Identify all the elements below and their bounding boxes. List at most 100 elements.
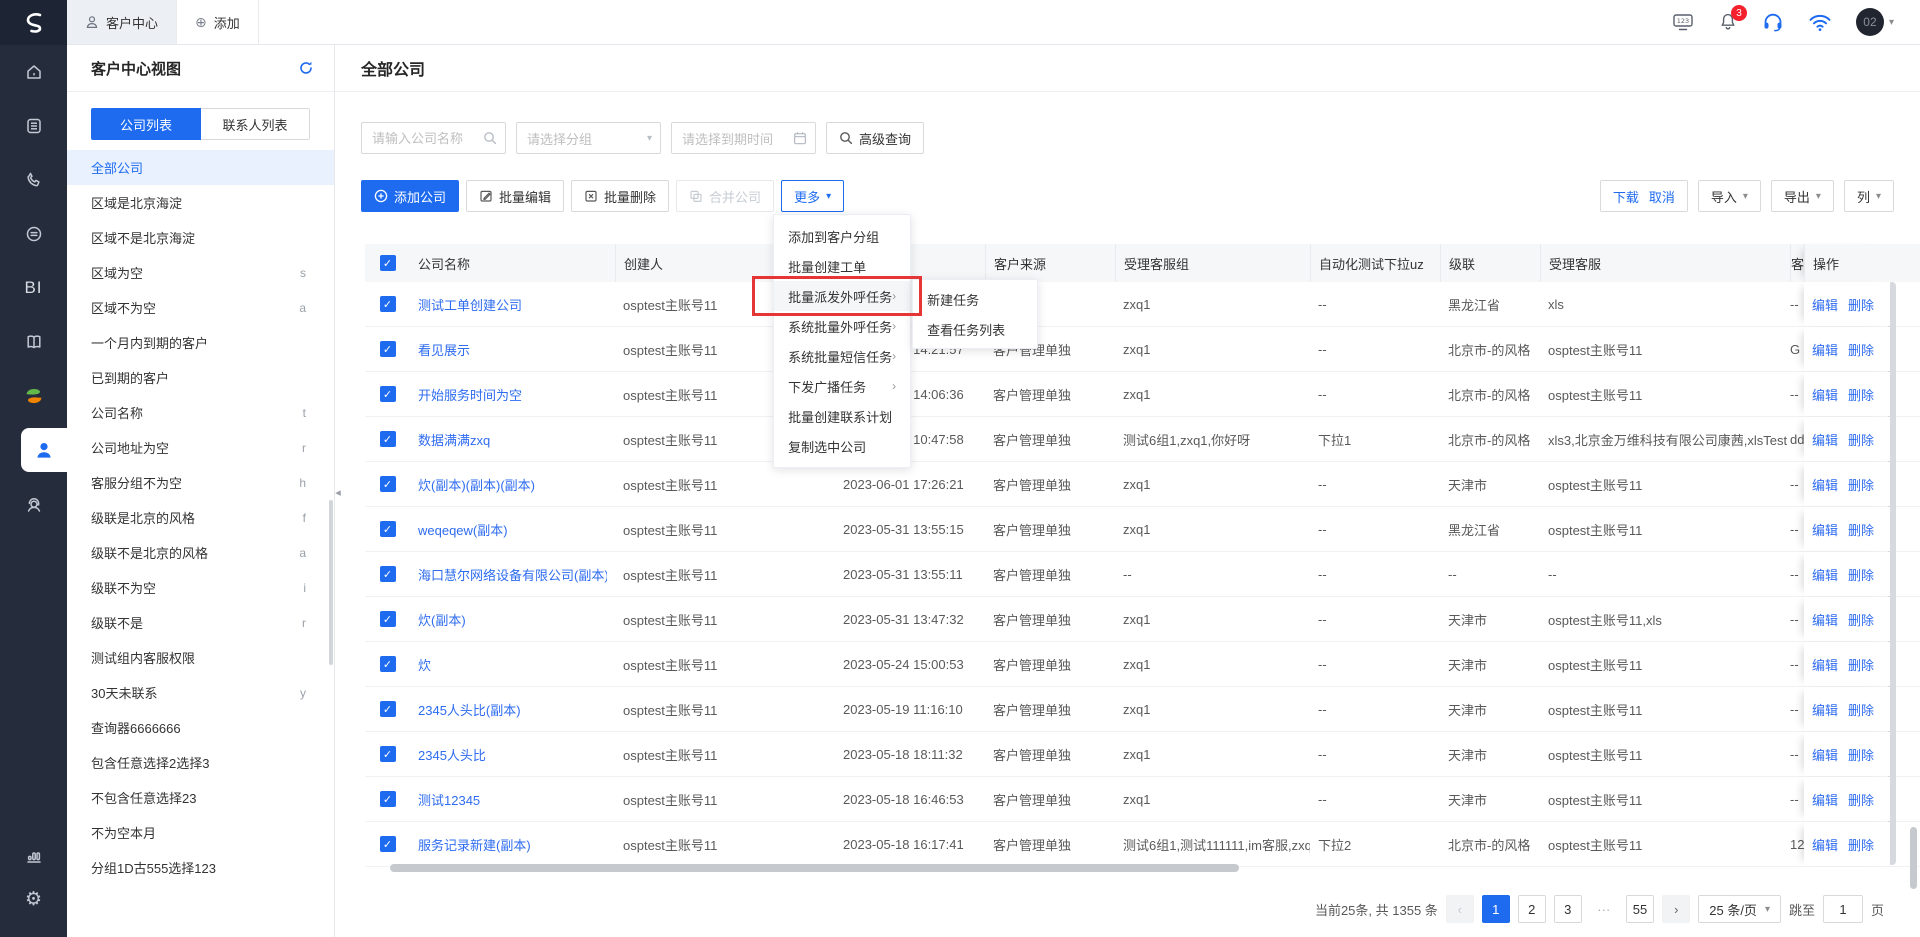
delete-link[interactable]: 删除 [1848,835,1874,854]
next-page-button[interactable]: › [1662,895,1690,923]
tab-customer-center[interactable]: 客户中心 [67,0,177,44]
batch-delete-button[interactable]: 批量删除 [571,180,669,212]
edit-link[interactable]: 编辑 [1812,520,1838,539]
sidebar-view-item[interactable]: 客服分组不为空 h [67,465,334,500]
row-checkbox[interactable]: ✓ [380,341,396,357]
edit-link[interactable]: 编辑 [1812,700,1838,719]
notification-bell-icon[interactable]: 3 [1718,12,1738,32]
page-number-button[interactable]: 3 [1554,895,1582,923]
delete-link[interactable]: 删除 [1848,520,1874,539]
book-icon[interactable] [0,315,67,369]
submenu-item[interactable]: 新建任务 [913,284,1037,314]
delete-link[interactable]: 删除 [1848,700,1874,719]
row-checkbox[interactable]: ✓ [380,656,396,672]
row-checkbox[interactable]: ✓ [380,521,396,537]
tab-add[interactable]: ⊕ 添加 [177,0,259,44]
settings-gear-icon[interactable]: ⚙ [25,888,42,911]
jump-page-input[interactable] [1823,895,1863,923]
sidebar-view-item[interactable]: 级联是北京的风格 f [67,500,334,535]
analytics-icon[interactable] [24,846,44,866]
prev-page-button[interactable]: ‹ [1446,895,1474,923]
delete-link[interactable]: 删除 [1848,565,1874,584]
download-link[interactable]: 下载 [1613,187,1639,206]
company-name-link[interactable]: 炊 [418,655,431,674]
more-menu-item[interactable]: 批量创建联系计划 [774,401,910,431]
row-checkbox[interactable]: ✓ [380,296,396,312]
delete-link[interactable]: 删除 [1848,790,1874,809]
import-button[interactable]: 导入 ▾ [1698,180,1761,212]
export-button[interactable]: 导出 ▾ [1771,180,1834,212]
sidebar-view-item[interactable]: 区域为空 s [67,255,334,290]
row-checkbox[interactable]: ✓ [380,611,396,627]
columns-button[interactable]: 列 ▾ [1844,180,1894,212]
delete-link[interactable]: 删除 [1848,430,1874,449]
sidebar-collapse-icon[interactable]: ◂ [333,477,343,507]
user-avatar[interactable]: 02 ▾ [1856,8,1894,36]
edit-link[interactable]: 编辑 [1812,565,1838,584]
document-icon[interactable] [0,99,67,153]
edit-link[interactable]: 编辑 [1812,790,1838,809]
delete-link[interactable]: 删除 [1848,655,1874,674]
sidebar-view-item[interactable]: 区域不是北京海淀 [67,220,334,255]
cancel-link[interactable]: 取消 [1649,187,1675,206]
more-menu-item[interactable]: 批量创建工单 [774,251,910,281]
delete-link[interactable]: 删除 [1848,745,1874,764]
batch-edit-button[interactable]: 批量编辑 [466,180,564,212]
more-menu-item[interactable]: 系统批量短信任务 › [774,341,910,371]
more-button[interactable]: 更多 ▾ [781,180,844,212]
sidebar-view-item[interactable]: 级联不是 r [67,605,334,640]
edit-link[interactable]: 编辑 [1812,295,1838,314]
company-name-link[interactable]: 测试工单创建公司 [418,295,522,314]
row-checkbox[interactable]: ✓ [380,836,396,852]
edit-link[interactable]: 编辑 [1812,610,1838,629]
delete-link[interactable]: 删除 [1848,475,1874,494]
sidebar-view-item[interactable]: 区域是北京海淀 [67,185,334,220]
select-all-checkbox[interactable]: ✓ [380,255,396,271]
edit-link[interactable]: 编辑 [1812,655,1838,674]
company-name-link[interactable]: weqeqew(副本) [418,520,508,539]
more-menu-item[interactable]: 系统批量外呼任务 › [774,311,910,341]
agent-headset-icon[interactable] [0,477,67,531]
advanced-search-button[interactable]: 高级查询 [826,122,924,154]
merge-company-button[interactable]: 合并公司 [676,180,774,212]
chat-icon[interactable] [0,207,67,261]
window-scrollbar[interactable] [1910,827,1917,889]
bi-icon[interactable]: BI [0,261,67,315]
input-method-icon[interactable]: 123 [1672,12,1694,32]
delete-link[interactable]: 删除 [1848,340,1874,359]
sidebar-view-item[interactable]: 包含任意选择2选择3 [67,745,334,780]
customer-center-active-item[interactable] [0,428,67,472]
delete-link[interactable]: 删除 [1848,295,1874,314]
sidebar-view-item[interactable]: 区域不为空 a [67,290,334,325]
home-icon[interactable] [0,45,67,99]
page-number-button[interactable]: 2 [1518,895,1546,923]
company-name-link[interactable]: 测试12345 [418,790,480,809]
company-name-link[interactable]: 服务记录新建(副本) [418,835,531,854]
sidebar-view-item[interactable]: 30天未联系 y [67,675,334,710]
company-name-link[interactable]: 炊(副本)(副本)(副本) [418,475,535,494]
network-wifi-icon[interactable] [1808,12,1832,32]
row-checkbox[interactable]: ✓ [380,791,396,807]
sidebar-view-item[interactable]: 公司名称 t [67,395,334,430]
page-size-select[interactable]: 25 条/页 ▾ [1698,895,1781,923]
row-checkbox[interactable]: ✓ [380,701,396,717]
row-checkbox[interactable]: ✓ [380,746,396,762]
sidebar-view-item[interactable]: 级联不是北京的风格 a [67,535,334,570]
more-menu-item[interactable]: 下发广播任务 › [774,371,910,401]
horizontal-scrollbar[interactable] [390,864,1239,872]
row-checkbox[interactable]: ✓ [380,431,396,447]
tab-contact-list[interactable]: 联系人列表 [201,108,310,140]
company-name-link[interactable]: 开始服务时间为空 [418,385,522,404]
sidebar-view-item[interactable]: 公司地址为空 r [67,430,334,465]
more-menu-item[interactable]: 批量派发外呼任务 › [774,281,910,311]
row-checkbox[interactable]: ✓ [380,386,396,402]
company-name-link[interactable]: 数据满满zxq [418,430,490,449]
sidebar-view-item[interactable]: 全部公司 [67,150,334,185]
sidebar-view-item[interactable]: 分组1D古555选择123 [67,850,334,885]
company-name-link[interactable]: 炊(副本) [418,610,466,629]
refresh-icon[interactable] [298,60,314,76]
edit-link[interactable]: 编辑 [1812,385,1838,404]
sidebar-scrollbar[interactable] [329,500,333,665]
company-name-link[interactable]: 2345人头比 [418,745,486,764]
edit-link[interactable]: 编辑 [1812,340,1838,359]
